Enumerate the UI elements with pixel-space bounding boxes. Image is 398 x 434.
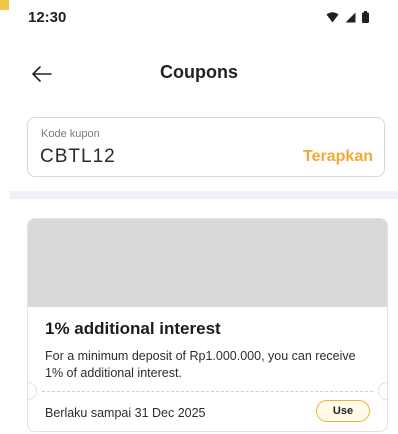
coupon-code-label: Kode kupon bbox=[41, 128, 100, 140]
section-divider bbox=[10, 191, 398, 199]
coupon-card[interactable]: 1% additional interest For a minimum dep… bbox=[27, 218, 388, 432]
coupon-description: For a minimum deposit of Rp1.000.000, yo… bbox=[45, 349, 356, 380]
page-title: Coupons bbox=[160, 62, 238, 82]
battery-icon bbox=[362, 11, 369, 23]
coupon-validity: Berlaku sampai 31 Dec 2025 bbox=[45, 406, 206, 420]
apply-button[interactable]: Terapkan bbox=[303, 148, 373, 166]
coupon-separator bbox=[42, 391, 373, 392]
status-bar: 12:30 bbox=[0, 0, 398, 40]
ticket-notch-right bbox=[378, 382, 387, 400]
coupon-title: 1% additional interest bbox=[45, 319, 221, 338]
coupon-code-field[interactable]: Kode kupon Terapkan bbox=[27, 117, 385, 177]
app-bar: Coupons bbox=[0, 48, 398, 100]
coupon-banner-image bbox=[28, 219, 387, 307]
cellular-signal-icon bbox=[345, 12, 356, 22]
coupon-code-input[interactable] bbox=[40, 146, 270, 168]
wifi-icon bbox=[326, 11, 339, 22]
ticket-notch-left bbox=[28, 382, 37, 400]
use-button[interactable]: Use bbox=[316, 400, 370, 422]
status-time: 12:30 bbox=[28, 9, 67, 26]
status-icons bbox=[326, 11, 369, 23]
